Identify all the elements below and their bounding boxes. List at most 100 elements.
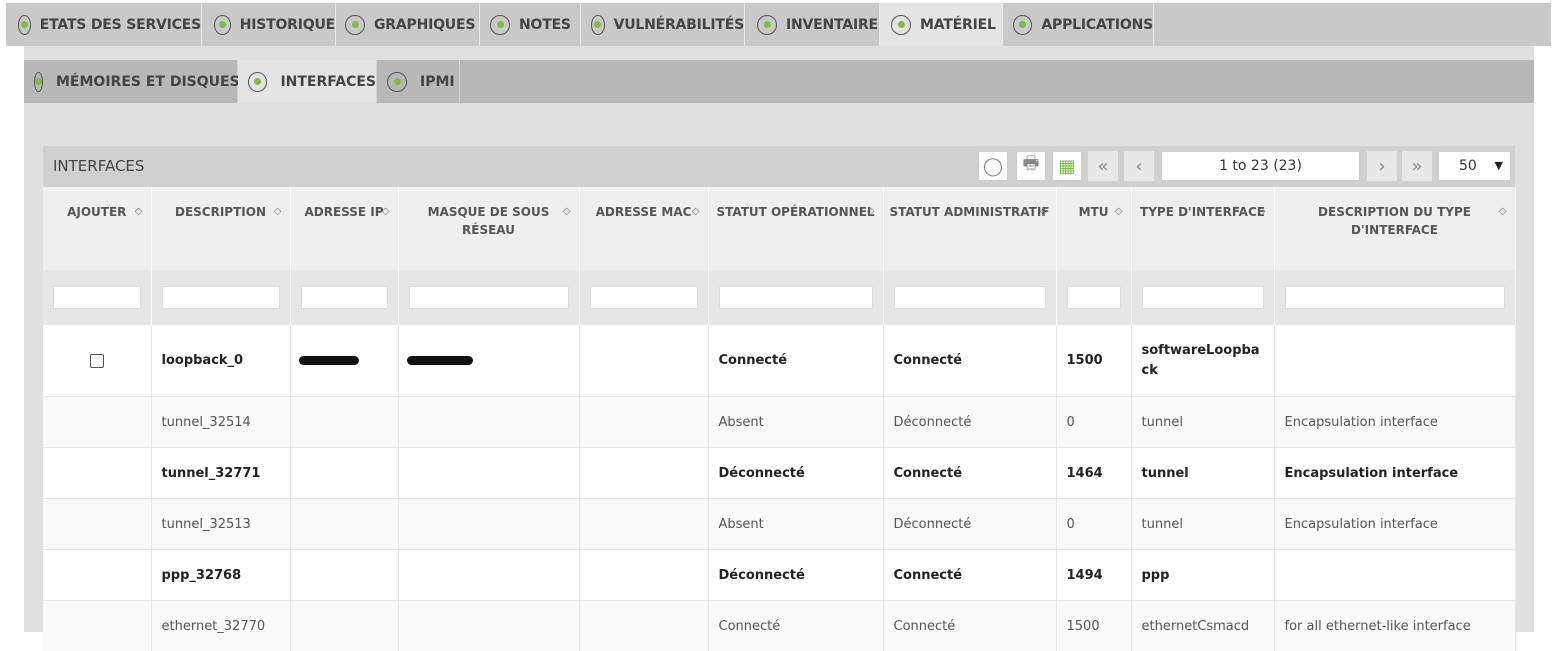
tab-etats-des-services[interactable]: ETATS DES SERVICES — [6, 3, 202, 46]
last-page-icon[interactable]: » — [1402, 151, 1432, 181]
filter-input-adresse-ip[interactable] — [301, 286, 388, 309]
tab-label: ETATS DES SERVICES — [40, 17, 201, 33]
cell-type-desc: Encapsulation interface — [1274, 499, 1515, 550]
refresh-icon[interactable]: ◯ — [978, 151, 1008, 181]
print-icon[interactable]: 🖶 — [1016, 151, 1046, 181]
network-icon — [248, 72, 267, 92]
tab-inventaire[interactable]: INVENTAIRE — [745, 3, 880, 46]
column-header-adresse-ip[interactable]: ADRESSE IP◇ — [290, 187, 398, 270]
column-header-mtu[interactable]: MTU◇ — [1056, 187, 1131, 270]
tab-label: INVENTAIRE — [786, 17, 878, 33]
cell-type: tunnel — [1131, 499, 1274, 550]
sub-tab-bar: MÉMOIRES ET DISQUES INTERFACES IPMI — [24, 60, 1534, 103]
filter-input-adresse-mac[interactable] — [590, 286, 698, 309]
next-page-icon[interactable]: › — [1367, 151, 1397, 181]
rows-per-page-select[interactable]: 50 ▼ — [1438, 151, 1511, 181]
cell-mask — [398, 601, 579, 651]
column-header-description[interactable]: DESCRIPTION◇ — [151, 187, 290, 270]
cell-admin-status: Connecté — [883, 601, 1056, 651]
cell-mask — [398, 448, 579, 499]
redacted-mask — [407, 356, 473, 365]
sort-icon: ◇ — [1115, 203, 1123, 221]
cell-mtu: 0 — [1056, 499, 1131, 550]
table-row[interactable]: ppp_32768 Déconnecté Connecté 1494 ppp — [43, 550, 1515, 601]
column-header-type-interface[interactable]: TYPE D'INTERFACE◇ — [1131, 187, 1274, 270]
sub-tab-label: MÉMOIRES ET DISQUES — [56, 74, 240, 90]
sort-icon: ◇ — [1040, 203, 1048, 221]
cell-mask — [398, 550, 579, 601]
tab-interfaces[interactable]: INTERFACES — [238, 60, 377, 103]
table-row[interactable]: ethernet_32770 Connecté Connecté 1500 et… — [43, 601, 1515, 651]
column-header-description-type[interactable]: DESCRIPTION DU TYPE D'INTERFACE◇ — [1274, 187, 1515, 270]
table-title: INTERFACES — [53, 157, 144, 175]
cell-type: tunnel — [1131, 448, 1274, 499]
interfaces-table: AJOUTER◇ DESCRIPTION◇ ADRESSE IP◇ MASQUE… — [43, 187, 1516, 651]
tab-label: VULNÉRABILITÉS — [614, 17, 744, 33]
cell-mac — [579, 601, 708, 651]
cell-type: ppp — [1131, 550, 1274, 601]
tab-notes[interactable]: NOTES — [480, 3, 581, 46]
column-label: STATUT ADMINISTRATIF — [890, 205, 1050, 219]
chip-icon — [891, 15, 911, 35]
column-label: ADRESSE MAC — [596, 205, 692, 219]
cell-admin-status: Connecté — [883, 448, 1056, 499]
sub-tab-label: INTERFACES — [280, 74, 376, 90]
cell-mac — [579, 448, 708, 499]
cell-ip — [290, 499, 398, 550]
sort-icon: ◇ — [1499, 203, 1507, 221]
columns-grid-icon[interactable]: ▦ — [1052, 151, 1082, 181]
tab-applications[interactable]: APPLICATIONS — [1003, 3, 1154, 46]
table-row[interactable]: loopback_0 Connecté Connecté 1500 softwa… — [43, 325, 1515, 397]
add-checkbox[interactable] — [90, 354, 104, 368]
tab-historique[interactable]: HISTORIQUE — [202, 3, 336, 46]
tab-label: HISTORIQUE — [240, 17, 335, 33]
filter-input-ajouter[interactable] — [53, 286, 141, 309]
cell-type: ethernetCsmacd — [1131, 601, 1274, 651]
tab-ipmi[interactable]: IPMI — [377, 60, 460, 103]
table-row[interactable]: tunnel_32514 Absent Déconnecté 0 tunnel … — [43, 397, 1515, 448]
cell-admin-status: Déconnecté — [883, 397, 1056, 448]
chevron-down-icon: ▼ — [1495, 152, 1503, 180]
tab-vulnerabilites[interactable]: VULNÉRABILITÉS — [581, 3, 745, 46]
table-row[interactable]: tunnel_32771 Déconnecté Connecté 1464 tu… — [43, 448, 1515, 499]
tab-materiel[interactable]: MATÉRIEL — [880, 3, 1003, 46]
column-header-adresse-mac[interactable]: ADRESSE MAC◇ — [579, 187, 708, 270]
ipmi-icon — [387, 72, 407, 92]
cell-type-desc: for all ethernet-like interface — [1274, 601, 1515, 651]
cell-op-status: Déconnecté — [708, 448, 883, 499]
filter-cell — [883, 270, 1056, 325]
filter-cell — [1131, 270, 1274, 325]
chart-icon — [345, 15, 365, 35]
checkbox-cell — [43, 499, 151, 550]
cell-op-status: Déconnecté — [708, 550, 883, 601]
pagination-info: 1 to 23 (23) — [1161, 151, 1360, 181]
filter-input-mtu[interactable] — [1067, 286, 1121, 309]
cell-description: tunnel_32514 — [151, 397, 290, 448]
tab-label: APPLICATIONS — [1041, 17, 1153, 33]
cell-type-desc: Encapsulation interface — [1274, 448, 1515, 499]
column-header-ajouter[interactable]: AJOUTER◇ — [43, 187, 151, 270]
sort-icon: ◇ — [135, 203, 143, 221]
column-label: ADRESSE IP — [304, 205, 383, 219]
cell-mtu: 1500 — [1056, 601, 1131, 651]
filter-input-masque[interactable] — [409, 286, 569, 309]
rows-per-page-value: 50 — [1459, 158, 1477, 174]
tab-graphiques[interactable]: GRAPHIQUES — [336, 3, 480, 46]
filter-input-description-type[interactable] — [1285, 286, 1505, 309]
filter-input-type-interface[interactable] — [1142, 286, 1264, 309]
checkbox-cell — [43, 601, 151, 651]
column-header-masque[interactable]: MASQUE DE SOUS RÉSEAU◇ — [398, 187, 579, 270]
filter-cell — [151, 270, 290, 325]
tab-memoires-et-disques[interactable]: MÉMOIRES ET DISQUES — [24, 60, 238, 103]
filter-input-statut-administratif[interactable] — [894, 286, 1046, 309]
tab-label: GRAPHIQUES — [374, 17, 475, 33]
column-header-statut-administratif[interactable]: STATUT ADMINISTRATIF◇ — [883, 187, 1056, 270]
prev-page-icon[interactable]: ‹ — [1124, 151, 1154, 181]
cell-op-status: Absent — [708, 499, 883, 550]
first-page-icon[interactable]: « — [1088, 151, 1118, 181]
filter-input-statut-operationnel[interactable] — [719, 286, 873, 309]
column-header-statut-operationnel[interactable]: STATUT OPÉRATIONNEL◇ — [708, 187, 883, 270]
table-row[interactable]: tunnel_32513 Absent Déconnecté 0 tunnel … — [43, 499, 1515, 550]
sort-icon: ◇ — [867, 203, 875, 221]
filter-input-description[interactable] — [162, 286, 280, 309]
